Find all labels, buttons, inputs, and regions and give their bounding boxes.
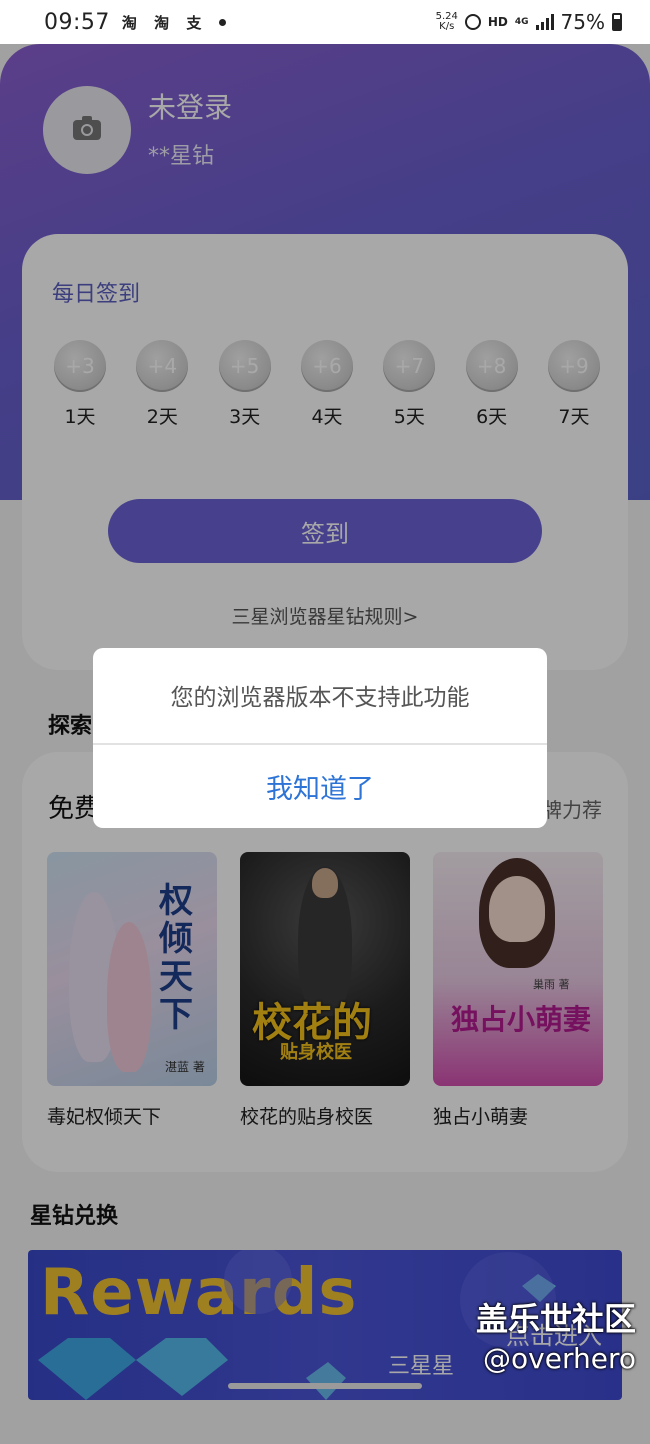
watermark-author: @overhero [483,1342,636,1375]
status-time: 09:57 [44,9,110,35]
network-type: 4G [514,16,529,27]
home-indicator[interactable] [228,1383,422,1389]
unsupported-dialog: 您的浏览器版本不支持此功能 我知道了 [93,648,547,828]
net-speed: 5.24 K/s [436,12,458,32]
battery-percent: 75% [560,10,605,34]
status-right: 5.24 K/s HD 4G 75% [436,10,622,34]
hd-voice-icon: HD [487,15,508,29]
notification-icons: 淘 淘 支 [121,13,208,32]
net-speed-unit: K/s [439,21,455,32]
alarm-icon [464,14,481,30]
status-left: 09:57 淘 淘 支 [44,9,227,35]
dialog-message: 您的浏览器版本不支持此功能 [170,685,470,711]
watermark-community: 盖乐世社区 [475,1300,636,1338]
status-bar: 09:57 淘 淘 支 5.24 K/s HD 4G 75% [0,0,650,44]
battery-icon [612,13,622,31]
notification-dot-icon [219,18,227,26]
signal-icon [535,14,554,30]
dialog-confirm-button[interactable]: 我知道了 [93,745,547,828]
